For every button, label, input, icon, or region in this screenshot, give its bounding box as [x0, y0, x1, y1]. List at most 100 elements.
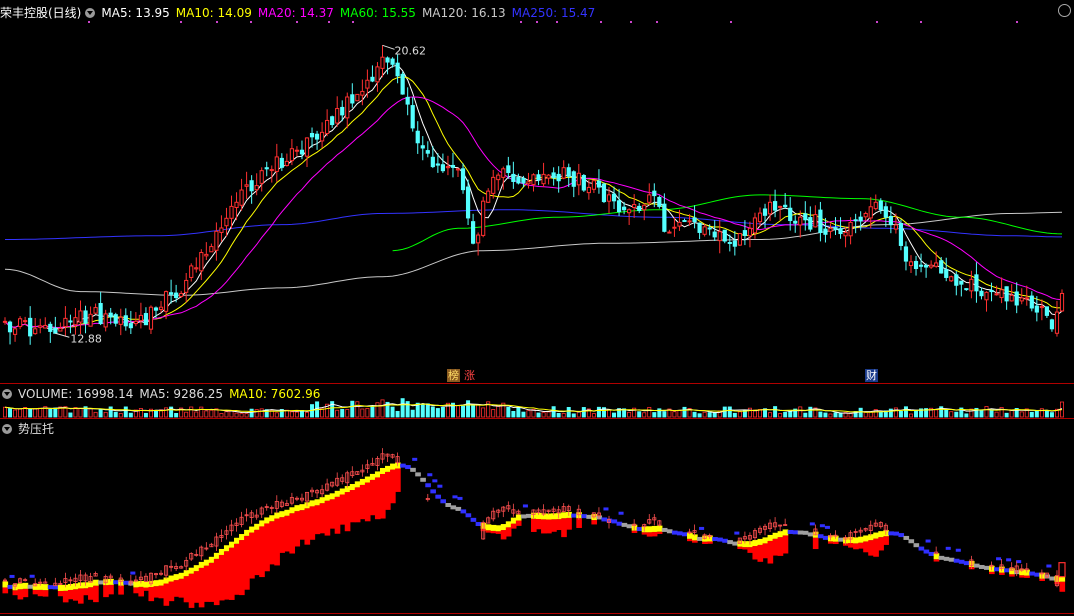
support-fill [133, 587, 139, 594]
candle-body [969, 278, 974, 292]
candle-body [93, 307, 98, 314]
support-band [17, 583, 24, 590]
pressure-line-segment [616, 521, 623, 526]
support-fill [228, 547, 235, 600]
pressure-line-segment [958, 559, 965, 564]
candle-body [561, 167, 566, 179]
marker-cai[interactable]: 财 [865, 369, 878, 382]
support-fill [77, 588, 84, 604]
pressure-line-segment [1034, 572, 1040, 577]
candle-body [330, 116, 335, 126]
candle-body [717, 231, 722, 242]
volume-bar [591, 413, 596, 418]
pressure-dash [824, 525, 830, 529]
volume-bar [692, 411, 697, 418]
pressure-dash [945, 546, 951, 550]
candle-body [184, 279, 189, 293]
candle-body [128, 323, 133, 329]
support-fill [702, 541, 708, 544]
candle-body [163, 291, 169, 312]
ma5-legend: MA5: 13.95 [101, 6, 170, 20]
marker-bang[interactable]: 榜 [447, 369, 460, 382]
support-band [500, 524, 507, 531]
support-band [646, 526, 653, 533]
volume-bar [355, 401, 360, 418]
candle-body [511, 173, 516, 182]
support-fill [2, 587, 9, 594]
support-fill [264, 523, 270, 572]
volume-bar [440, 407, 445, 418]
volume-bar [878, 411, 883, 418]
candle-body [1034, 305, 1039, 313]
volume-bar [521, 411, 526, 418]
volume-bar [788, 410, 793, 418]
support-fill [566, 517, 572, 530]
candle-body [269, 169, 274, 172]
volume-bar [546, 411, 551, 418]
pressure-line-segment [983, 565, 990, 570]
support-band [767, 534, 774, 541]
candle-body [767, 201, 773, 215]
support-fill [218, 554, 225, 601]
pressure-line-segment [450, 505, 457, 510]
volume-bar [365, 408, 370, 418]
pressure-line-segment [697, 536, 703, 541]
marker-zhang[interactable]: 涨 [463, 369, 476, 382]
volume-bar [400, 398, 405, 418]
pressure-line-segment [470, 517, 477, 522]
window-toggle-button[interactable] [1058, 4, 1071, 17]
volume-bar [395, 410, 400, 418]
support-band [354, 481, 361, 488]
pressure-dash [427, 473, 433, 477]
candle-body [214, 230, 219, 251]
pressure-dash [1046, 564, 1052, 568]
candle-body [984, 291, 989, 301]
support-fill [933, 559, 940, 562]
volume-bar [340, 409, 345, 418]
candle-body [793, 220, 798, 224]
support-fill [208, 562, 215, 602]
low-price-label: 12.88 [70, 332, 102, 345]
volume-bar [702, 411, 707, 418]
support-band [334, 490, 341, 497]
volume-bar [576, 411, 581, 418]
candle-body [541, 173, 546, 185]
dropdown-circle-icon[interactable] [2, 389, 12, 399]
candle-body [637, 205, 642, 211]
dropdown-circle-icon[interactable] [2, 424, 12, 434]
candle-body [571, 171, 576, 187]
candle-body [33, 328, 38, 335]
candle-body [913, 260, 919, 270]
ma10-line [4, 76, 1063, 329]
candle-body [133, 320, 138, 325]
pressure-line-segment [893, 531, 900, 536]
volume-panel-header: VOLUME: 16998.14 MA5: 9286.25 MA10: 7602.9… [0, 386, 326, 402]
volume-bar [390, 406, 395, 418]
candle-body [88, 313, 93, 327]
candle-body [818, 209, 823, 233]
support-band [762, 537, 769, 544]
stock-chart[interactable]: 20.62 12.88 [0, 0, 1074, 616]
volume-bar [607, 409, 612, 418]
support-fill [339, 494, 346, 525]
candle-body [747, 227, 753, 237]
dropdown-circle-icon[interactable] [85, 8, 96, 18]
event-dot [352, 21, 354, 23]
support-band [269, 515, 275, 522]
volume-bar [274, 412, 279, 418]
support-band [264, 517, 270, 524]
pressure-line-segment [978, 564, 985, 569]
support-band [234, 537, 240, 544]
volume-bar [174, 413, 179, 418]
candle-body [1004, 286, 1009, 302]
candle-body [783, 204, 788, 208]
support-fill [878, 537, 884, 551]
candle-body [893, 224, 898, 230]
support-fill [183, 576, 190, 603]
support-band [279, 511, 285, 518]
candle-body [400, 73, 405, 95]
support-fill [12, 590, 19, 596]
volume-bar [466, 400, 471, 418]
support-band [259, 520, 265, 527]
candle-body [314, 133, 320, 140]
